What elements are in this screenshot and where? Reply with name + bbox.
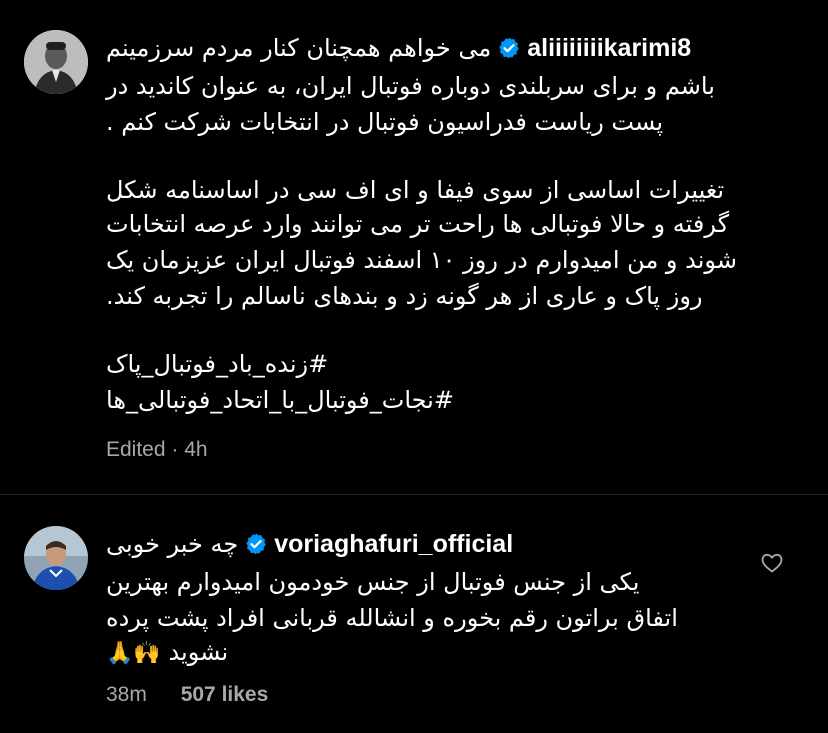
hashtag-link[interactable]: #زنده_باد_فوتبال_پاک [106,348,806,380]
caption-line: روز پاک و عاری از هر گونه زد و بندهای نا… [106,282,703,310]
caption-line: گرفته و حالا فوتبالی ها راحت تر می توانن… [106,210,730,238]
comment-time: 38m [106,683,147,706]
comment-text: یکی از جنس فوتبال از جنس خودمون امیدوارم… [106,568,640,596]
post-author-avatar[interactable] [24,30,88,94]
emoji-text: 🙌🙏 [106,641,161,666]
comment-text: اتفاق براتون رقم بخوره و انشالله قربانی … [106,604,678,632]
caption-line: باشم و برای سربلندی دوباره فوتبال ایران،… [106,72,715,100]
post-meta: Edited · 4h [106,438,208,462]
post-username[interactable]: aliiiiiiiikarimi8 [527,34,691,62]
caption-line: شوند و من امیدوارم در روز ۱۰ اسفند فوتبا… [106,246,737,274]
divider [0,494,828,495]
comment-likes[interactable]: 507 likes [181,683,269,706]
post-time: 4h [184,438,208,461]
caption-line: می خواهم همچنان کنار مردم سرزمینم [106,34,492,62]
hashtag-link[interactable]: #نجات_فوتبال_با_اتحاد_فوتبالی_ها [106,384,806,416]
comment-username[interactable]: voriaghafuri_official [274,530,513,558]
verified-badge-icon [244,532,268,556]
verified-badge-icon [497,36,521,60]
comment-author-avatar[interactable] [24,526,88,590]
heart-outline-icon[interactable] [760,551,784,575]
post-header: aliiiiiiiikarimi8 می خواهم همچنان کنار مر… [106,34,806,66]
meta-separator: · [171,438,179,461]
comment-text: نشوید [168,638,229,666]
caption-line: تغییرات اساسی از سوی فیفا و ای اف سی در … [106,176,725,204]
comment-last-line: نشوید 🙌🙏 [106,636,746,670]
comment-meta: 38m 507 likes [106,683,268,707]
comment-header: voriaghafuri_official چه خبر خوبی [106,530,746,562]
caption-line: پست ریاست فدراسیون فوتبال در انتخابات شر… [106,108,664,136]
edited-label: Edited [106,438,166,461]
comment-text: چه خبر خوبی [106,530,239,558]
